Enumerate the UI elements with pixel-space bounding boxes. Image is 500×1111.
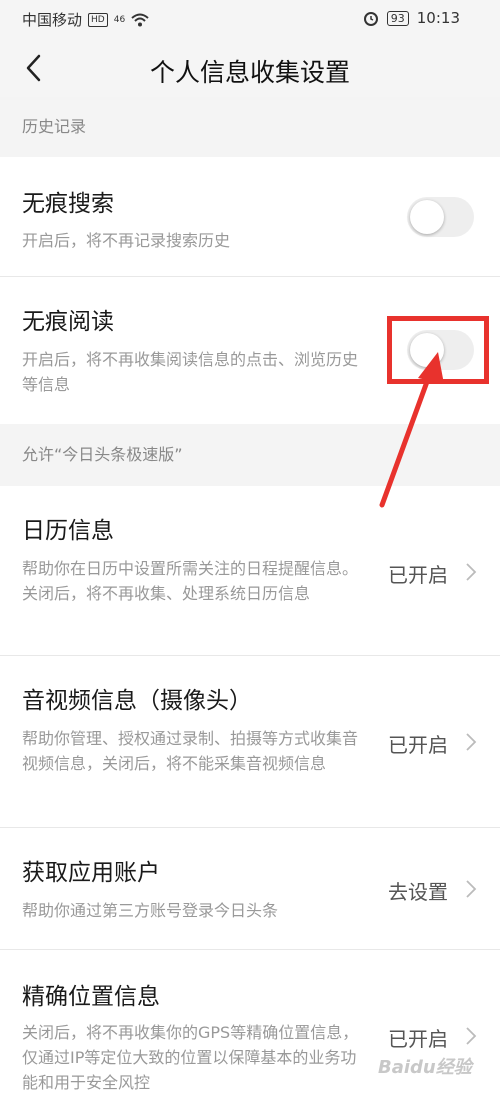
chevron-right-icon — [466, 733, 477, 751]
annotation-arrow — [379, 352, 444, 508]
row-desc: 开启后，将不再收集阅读信息的点击、浏览历史等信息 — [22, 350, 359, 394]
battery-icon: 93 — [386, 10, 409, 26]
row-desc: 关闭后，将不再收集你的GPS等精确位置信息，仅通过IP等定位大致的位置以保障基本… — [22, 1023, 359, 1092]
row-title: 精确位置信息 — [22, 984, 160, 1010]
row-desc: 帮助你在日历中设置所需关注的日程提醒信息。关闭后，将不再收集、处理系统日历信息 — [22, 559, 359, 603]
row-title: 日历信息 — [22, 518, 114, 544]
row-title: 音视频信息（摄像头） — [22, 688, 252, 714]
row-desc: 帮助你通过第三方账号登录今日头条 — [22, 901, 279, 920]
status-label: 已开启 — [388, 1027, 448, 1051]
status-bar: 中国移动 HD 46 93 10:13 — [0, 0, 500, 40]
alarm-icon — [363, 12, 378, 26]
row-title: 获取应用账户 — [22, 860, 160, 886]
status-label: 已开启 — [388, 563, 448, 587]
watermark: Baidu经验 — [378, 1057, 472, 1078]
status-label: 已开启 — [388, 733, 448, 757]
chevron-right-icon — [466, 880, 477, 898]
toggle-knob — [410, 200, 444, 234]
nav-bar: 个人信息收集设置 — [0, 40, 500, 97]
status-right: 93 10:13 — [363, 9, 460, 27]
chevron-right-icon — [466, 563, 477, 581]
page-title: 个人信息收集设置 — [149, 58, 350, 87]
row-app-accounts[interactable]: 获取应用账户 帮助你通过第三方账号登录今日头条 去设置 — [0, 828, 500, 950]
status-left: 中国移动 HD 46 — [22, 9, 149, 30]
row-camera[interactable]: 音视频信息（摄像头） 帮助你管理、授权通过录制、拍摄等方式收集音视频信息，关闭后… — [0, 656, 500, 828]
row-title: 无痕搜索 — [22, 191, 114, 217]
chevron-right-icon — [466, 1027, 477, 1045]
clock: 10:13 — [416, 9, 460, 27]
hd-icon: HD — [88, 12, 108, 27]
signal-icon: 46 — [113, 14, 126, 25]
row-title: 无痕阅读 — [22, 309, 114, 335]
row-desc: 帮助你管理、授权通过录制、拍摄等方式收集音视频信息，关闭后，将不能采集音视频信息 — [22, 729, 359, 773]
wifi-icon — [131, 13, 149, 26]
section-header-history: 历史记录 — [0, 97, 500, 157]
incognito-search-toggle[interactable] — [407, 197, 474, 237]
row-precise-location[interactable]: 精确位置信息 关闭后，将不再收集你的GPS等精确位置信息，仅通过IP等定位大致的… — [0, 950, 500, 1111]
row-incognito-search: 无痕搜索 开启后，将不再记录搜索历史 — [0, 157, 500, 277]
carrier-label: 中国移动 — [22, 11, 83, 29]
row-desc: 开启后，将不再记录搜索历史 — [22, 231, 231, 250]
status-label: 去设置 — [388, 880, 448, 904]
